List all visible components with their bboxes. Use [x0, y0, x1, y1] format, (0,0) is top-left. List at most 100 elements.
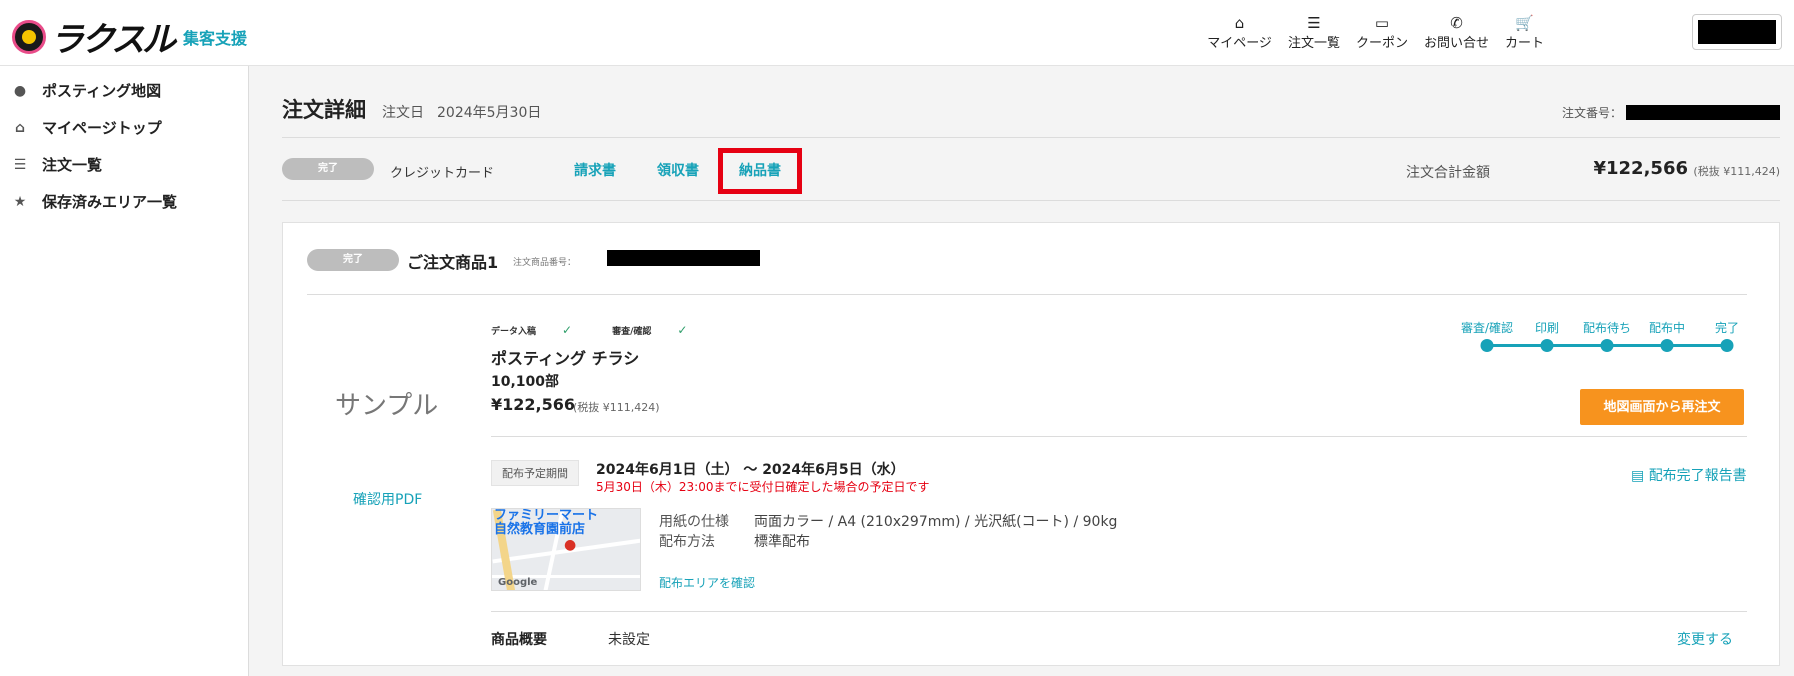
list-icon: ☰ [1307, 14, 1321, 32]
order-total: ¥122,566 [1593, 158, 1688, 179]
step-dot [1480, 339, 1494, 352]
logo-mark-icon [12, 19, 46, 54]
sidebar: ● ポスティング地図 ⌂ マイページトップ ☰ 注文一覧 ★ 保存済みエリア一覧 [0, 66, 249, 676]
map-pin-icon: ● [564, 537, 577, 553]
check-data-upload: データ入稿 ✓ [491, 323, 573, 337]
nav-label: カート [1504, 36, 1544, 51]
map-credit: Google [498, 577, 538, 588]
step-label: 完了 [1714, 321, 1740, 335]
product-thumbnail: サンプル [335, 391, 439, 421]
product-price: ¥122,566 [491, 395, 576, 414]
product-quantity: 10,100部 [491, 374, 560, 390]
order-status-row: 完了 クレジットカード 請求書 領収書 納品書 注文合計金額 ¥122,566 … [282, 148, 1780, 196]
check-icon: ✓ [677, 323, 688, 337]
redacted-order-number [1626, 105, 1780, 120]
nav-coupon[interactable]: ▭ クーポン [1356, 14, 1408, 51]
logo[interactable]: ラクスル 集客支援 [12, 12, 247, 61]
period-tag: 配布予定期間 [491, 460, 579, 486]
step-dot [1600, 339, 1614, 352]
nav-contact[interactable]: ✆ お問い合せ [1424, 14, 1489, 51]
step-dot [1540, 339, 1554, 352]
payment-method: クレジットカード [390, 166, 495, 181]
sidebar-item-posting-map[interactable]: ● ポスティング地図 [0, 72, 248, 109]
order-item-title: ご注文商品1 [407, 253, 499, 272]
distribution-method-value: 標準配布 [754, 534, 810, 550]
sidebar-item-label: 注文一覧 [42, 156, 103, 174]
completed-checks: データ入稿 ✓ 審査/確認 ✓ [491, 323, 727, 337]
paper-spec-label: 用紙の仕様 [659, 514, 729, 530]
phone-icon: ✆ [1450, 14, 1463, 32]
summary-label: 商品概要 [491, 632, 547, 648]
page-title: 注文詳細 [282, 98, 366, 122]
nav-cart[interactable]: 🛒 カート [1505, 14, 1544, 51]
step-dot [1660, 339, 1674, 352]
sidebar-item-saved-areas[interactable]: ★ 保存済みエリア一覧 [0, 183, 248, 220]
invoice-link[interactable]: 請求書 [574, 160, 616, 180]
divider [282, 200, 1780, 201]
order-number: 注文番号： [1562, 104, 1780, 121]
home-icon: ⌂ [14, 119, 26, 136]
logo-text: ラクスル [50, 20, 176, 60]
step-label: 配布待ち [1582, 321, 1632, 335]
sidebar-item-label: 保存済みエリア一覧 [42, 193, 178, 211]
step-label: 審査/確認 [1460, 321, 1514, 335]
highlight-box [718, 148, 802, 194]
document-icon: ▤ [1631, 468, 1649, 484]
area-map-thumbnail[interactable]: ファミリーマート 自然教育園前店 ● Google [491, 508, 641, 591]
order-item-card: 完了 ご注文商品1 注文商品番号： サンプル 確認用PDF データ入稿 ✓ 審査/… [282, 222, 1780, 666]
account-menu-button[interactable] [1692, 14, 1782, 50]
nav-label: クーポン [1355, 36, 1408, 51]
divider [491, 436, 1747, 437]
summary-value: 未設定 [608, 632, 650, 648]
header-nav: ⌂ マイページ ☰ 注文一覧 ▭ クーポン ✆ お問い合せ 🛒 カート [1191, 14, 1544, 51]
progress-stepper: 審査/確認 印刷 配布待ち 配布中 完了 [1460, 319, 1743, 359]
cart-icon: 🛒 [1515, 14, 1534, 32]
confirm-pdf-link[interactable]: 確認用PDF [353, 489, 422, 509]
distribution-period: 2024年6月1日（土） ～ 2024年6月5日（水） [596, 462, 905, 478]
nav-label: お問い合せ [1423, 36, 1489, 51]
sidebar-item-label: ポスティング地図 [42, 82, 162, 100]
sidebar-item-orders[interactable]: ☰ 注文一覧 [0, 146, 248, 183]
reorder-from-map-button[interactable]: 地図画面から再注文 [1580, 389, 1744, 425]
nav-orders[interactable]: ☰ 注文一覧 [1288, 14, 1340, 51]
order-item-number-label: 注文商品番号： [513, 258, 577, 268]
step-label: 配布中 [1648, 321, 1686, 335]
order-number-label: 注文番号： [1561, 106, 1622, 120]
redacted-item-number [607, 250, 760, 266]
map-pin-icon: ● [13, 82, 27, 99]
divider [282, 137, 1780, 138]
receipt-link[interactable]: 領収書 [657, 160, 699, 180]
completion-report-link[interactable]: ▤ 配布完了報告書 [1631, 465, 1747, 485]
check-icon: ✓ [562, 323, 573, 337]
nav-label: マイページ [1207, 36, 1272, 51]
status-badge: 完了 [282, 158, 374, 180]
sidebar-item-mypage-top[interactable]: ⌂ マイページトップ [0, 109, 248, 146]
nav-label: 注文一覧 [1287, 36, 1340, 51]
order-date: 2024年5月30日 [437, 105, 542, 121]
coupon-icon: ▭ [1374, 14, 1390, 32]
star-icon: ★ [13, 193, 27, 210]
period-note: 5月30日（木）23:00までに受付日確定した場合の予定日です [596, 480, 930, 494]
order-total-tax: (税抜 ¥111,424) [1693, 165, 1780, 178]
product-price-tax: (税抜 ¥111,424) [573, 401, 660, 414]
change-summary-link[interactable]: 変更する [1677, 629, 1733, 649]
total-label: 注文合計金額 [1406, 165, 1490, 181]
app-header: ラクスル 集客支援 ⌂ マイページ ☰ 注文一覧 ▭ クーポン ✆ お問い合せ … [0, 0, 1794, 66]
order-item-header: 完了 ご注文商品1 注文商品番号： [307, 245, 1747, 275]
order-title-row: 注文詳細 注文日 2024年5月30日 注文番号： [282, 94, 1780, 124]
nav-mypage[interactable]: ⌂ マイページ [1207, 14, 1272, 51]
sidebar-item-label: マイページトップ [42, 119, 162, 137]
logo-subtitle: 集客支援 [182, 28, 247, 48]
map-place-label: ファミリーマート 自然教育園前店 [494, 508, 599, 537]
order-date-label: 注文日 [382, 105, 424, 121]
list-icon: ☰ [13, 156, 27, 173]
paper-spec-value: 両面カラー / A4 (210x297mm) / 光沢紙(コート) / 90kg [754, 514, 1118, 530]
divider [491, 611, 1747, 612]
check-review: 審査/確認 ✓ [612, 323, 688, 337]
divider [307, 294, 1747, 295]
home-icon: ⌂ [1234, 14, 1245, 32]
check-area-link[interactable]: 配布エリアを確認 [659, 574, 755, 591]
distribution-method-label: 配布方法 [659, 534, 715, 550]
status-badge: 完了 [307, 249, 399, 271]
redacted-account-name [1698, 20, 1776, 44]
